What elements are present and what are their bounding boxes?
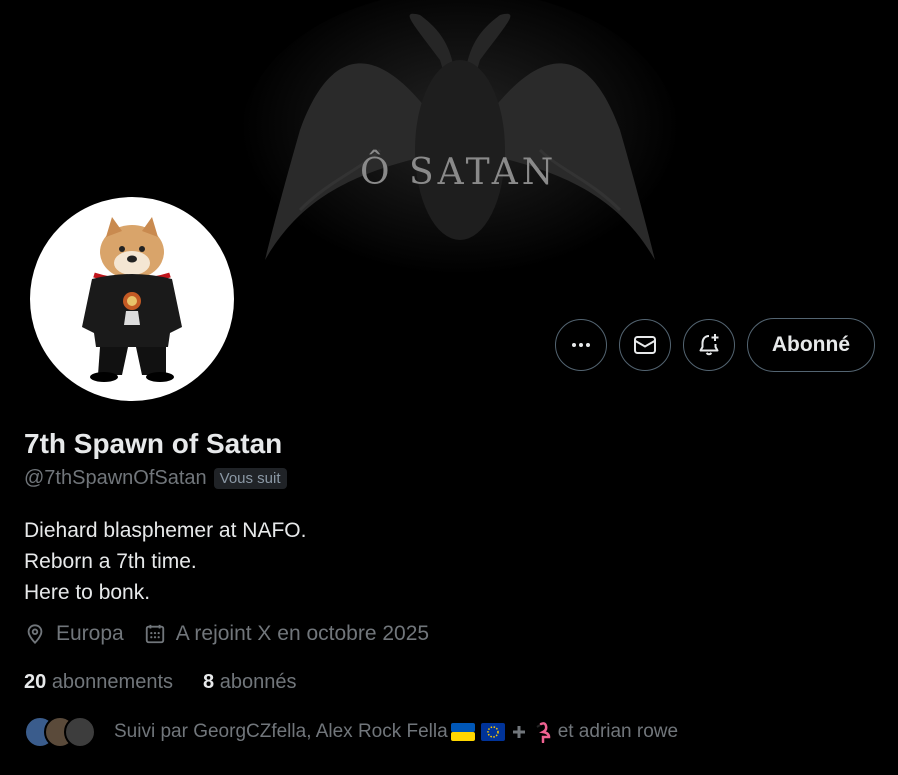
more-icon (571, 343, 590, 347)
banner-text: Ô SATAN (360, 152, 558, 193)
location-item: Europa (24, 622, 124, 646)
followed-by-row[interactable]: Suivi par GeorgCZfella, Alex Rock Fella … (24, 714, 678, 750)
follower-avatars (24, 714, 104, 750)
followers-label: abonnés (219, 671, 297, 693)
profile-counts: 20 abonnements 8 abonnés (24, 671, 326, 694)
following-label: abonnements (51, 671, 174, 693)
bio-line: Reborn a 7th time. (24, 550, 197, 573)
bell-plus-icon (699, 334, 719, 356)
following-count-link[interactable]: 20 abonnements (24, 671, 173, 694)
profile-bio: Diehard blasphemer at NAFO. Reborn a 7th… (24, 515, 306, 608)
follows-you-badge: Vous suit (213, 468, 287, 489)
location-text: Europa (56, 622, 124, 645)
profile-name: 7th Spawn of Satan (24, 428, 283, 459)
location-pin-icon (27, 624, 43, 645)
ukraine-flag-icon (450, 723, 475, 741)
follower-avatar (64, 716, 96, 748)
followers-count-link[interactable]: 8 abonnés (203, 671, 296, 694)
plus-icon (512, 726, 525, 738)
profile-avatar[interactable] (28, 195, 236, 403)
bio-line: Here to bonk. (24, 581, 151, 604)
profile-actions: Abonné (554, 318, 875, 372)
joined-item: A rejoint X en octobre 2025 (144, 622, 429, 646)
message-button[interactable] (618, 319, 671, 371)
handle-row: @7thSpawnOfSatan Vous suit (24, 467, 287, 490)
followers-count: 8 (203, 671, 215, 693)
flamingo-icon (536, 722, 550, 743)
notifications-button[interactable] (682, 319, 735, 371)
more-button[interactable] (554, 319, 607, 371)
profile-meta: Europa A rejoint X en octobre 2025 (24, 622, 449, 646)
calendar-icon (145, 624, 164, 644)
followed-by-text: Suivi par GeorgCZfella, Alex Rock Fella … (114, 721, 678, 743)
doge-avatar-image (82, 217, 182, 382)
bio-line: Diehard blasphemer at NAFO. (24, 519, 307, 542)
profile-handle: @7thSpawnOfSatan (24, 467, 207, 489)
followed-by-suffix: et adrian rowe (557, 721, 679, 742)
joined-text: A rejoint X en octobre 2025 (175, 622, 430, 645)
envelope-icon (633, 336, 656, 354)
followed-by-prefix: Suivi par GeorgCZfella, Alex Rock Fella (114, 721, 448, 742)
following-button[interactable]: Abonné (746, 318, 875, 372)
following-count: 20 (24, 671, 47, 693)
eu-flag-icon (480, 723, 505, 741)
